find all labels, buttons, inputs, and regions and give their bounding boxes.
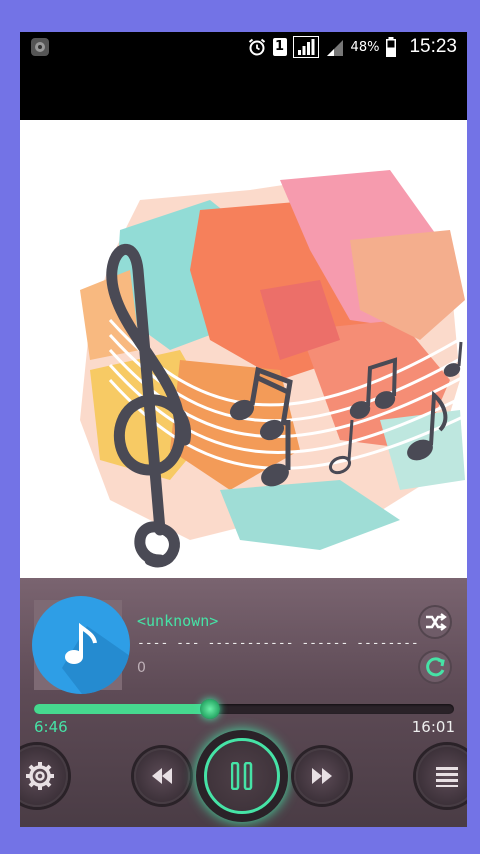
play-pause-button[interactable] <box>204 738 280 814</box>
pause-icon <box>231 762 253 790</box>
settings-button[interactable] <box>20 745 68 807</box>
menu-button[interactable] <box>416 745 467 807</box>
rewind-icon <box>152 768 172 784</box>
seek-bar[interactable] <box>34 699 454 719</box>
track-artist: ---- --- ----------- ------ -------- -- … <box>137 636 417 651</box>
repeat-button[interactable] <box>418 650 452 684</box>
clock: 15:23 <box>409 36 457 57</box>
signal2-icon <box>326 40 343 56</box>
battery-icon <box>386 37 397 57</box>
album-art <box>20 120 467 578</box>
status-bar: 1 48% 15:23 <box>20 32 467 62</box>
track-title: <unknown> <box>137 612 219 630</box>
menu-icon <box>436 767 458 787</box>
track-number: 0 <box>137 660 146 676</box>
app-icon <box>31 38 49 56</box>
previous-button[interactable] <box>134 748 190 804</box>
album-thumbnail[interactable] <box>32 596 130 694</box>
seek-bar-progress <box>34 704 211 714</box>
alarm-icon <box>248 38 265 56</box>
shuffle-button[interactable] <box>418 605 452 639</box>
status-icons: 1 48% 15:23 <box>247 32 457 62</box>
shuffle-icon <box>426 613 447 631</box>
seek-bar-knob[interactable] <box>200 699 221 719</box>
music-note-icon <box>65 622 97 664</box>
signal-icon <box>292 36 319 58</box>
repeat-icon <box>426 657 445 677</box>
gear-icon <box>26 762 54 790</box>
total-time: 16:01 <box>411 718 455 736</box>
fast-forward-icon <box>312 768 332 784</box>
top-black-area <box>20 62 467 120</box>
player-panel: <unknown> ---- --- ----------- ------ --… <box>20 578 467 827</box>
phone-screen: 1 48% 15:23 <unknown> ---- --- ---------… <box>20 32 467 827</box>
music-notes-artwork <box>80 170 467 568</box>
current-time: 6:46 <box>34 718 68 736</box>
battery-percent: 48% <box>350 39 380 55</box>
next-button[interactable] <box>294 748 350 804</box>
sim-icon: 1 <box>272 38 287 56</box>
